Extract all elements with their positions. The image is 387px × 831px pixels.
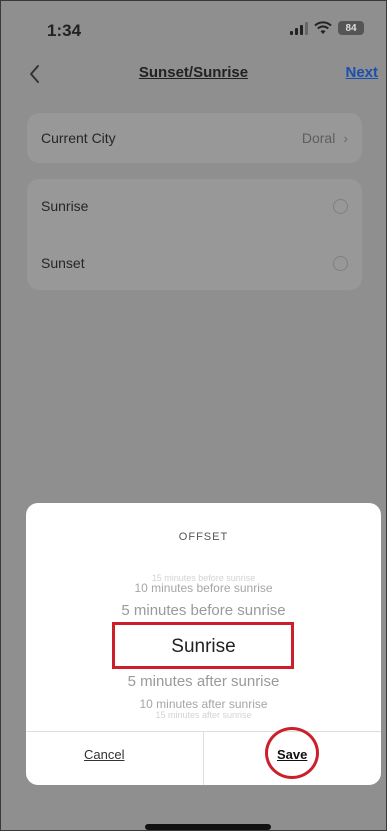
picker-item[interactable]: 15 minutes after sunrise <box>26 710 381 720</box>
offset-sheet: OFFSET 15 minutes before sunrise 10 minu… <box>26 503 381 785</box>
picker-item[interactable]: 10 minutes after sunrise <box>26 697 381 711</box>
status-time: 1:34 <box>47 21 82 40</box>
current-city-value: Doral <box>301 130 336 146</box>
battery-icon: 84 <box>338 21 364 35</box>
status-icons: 84 <box>290 21 364 35</box>
page-title: Sunset/Sunrise <box>138 64 249 81</box>
options-card: Sunrise Sunset <box>27 179 362 290</box>
wifi-icon <box>314 21 332 34</box>
option-sunrise[interactable]: Sunrise <box>41 194 348 218</box>
current-city-card[interactable]: Current City Doral › <box>27 113 362 163</box>
signal-icon <box>290 21 308 35</box>
option-sunset[interactable]: Sunset <box>41 251 348 275</box>
option-sunset-label: Sunset <box>41 255 85 271</box>
save-highlight-annotation <box>265 727 319 779</box>
option-sunrise-label: Sunrise <box>41 198 89 214</box>
picker-item[interactable]: 10 minutes before sunrise <box>26 581 381 595</box>
selection-highlight-annotation <box>112 622 294 669</box>
sunrise-radio[interactable] <box>333 198 348 214</box>
cancel-button[interactable]: Cancel <box>84 747 124 762</box>
phone-screen: 1:34 84 Sunset/Sunrise Next Current City… <box>0 0 387 831</box>
next-button[interactable]: Next <box>345 64 378 81</box>
sheet-title: OFFSET <box>178 531 229 543</box>
sunset-radio[interactable] <box>333 255 348 271</box>
current-city-label: Current City <box>41 130 116 146</box>
home-indicator[interactable] <box>145 824 271 830</box>
divider <box>203 731 204 785</box>
picker-item[interactable]: 5 minutes before sunrise <box>26 602 381 619</box>
chevron-right-icon: › <box>343 130 348 146</box>
picker-item[interactable]: 5 minutes after sunrise <box>26 673 381 690</box>
